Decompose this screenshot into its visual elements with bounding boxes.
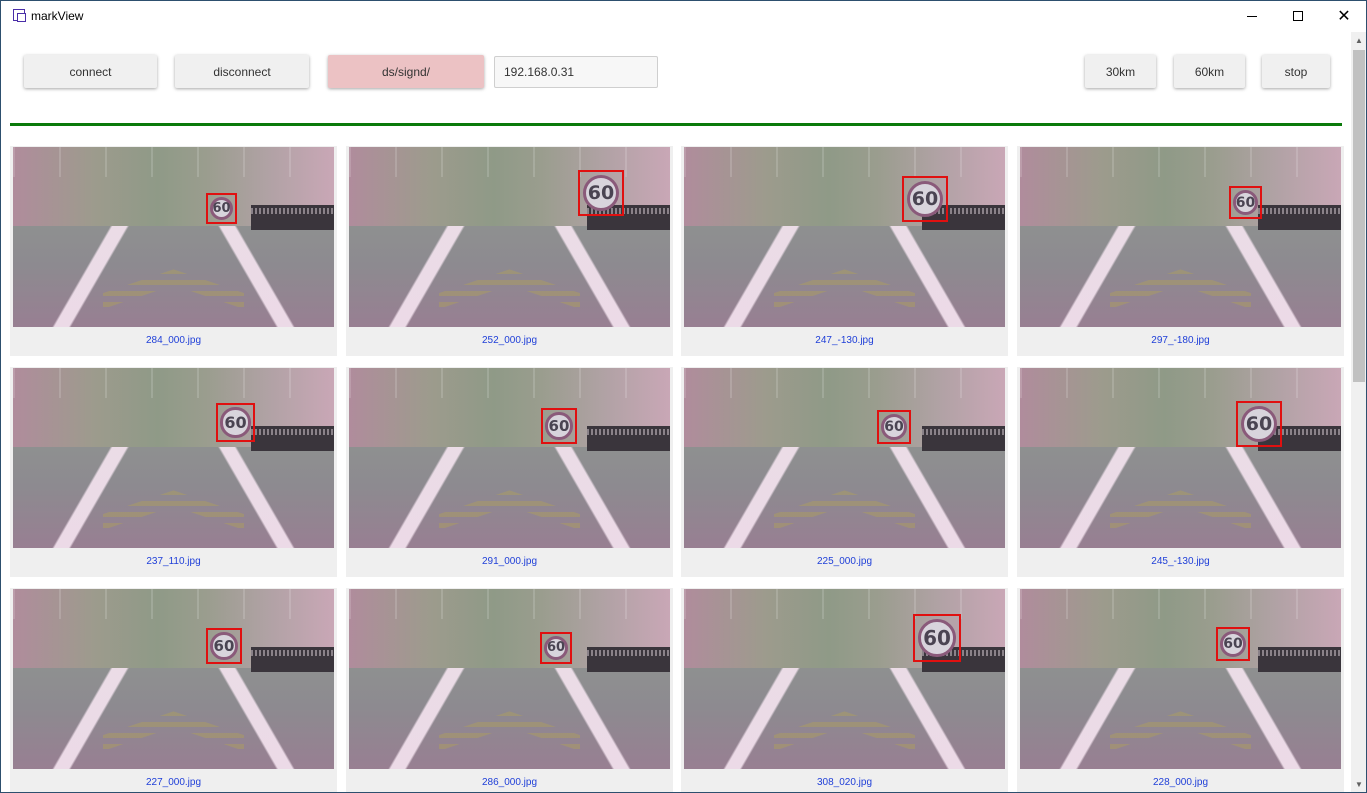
scene-shelf <box>250 425 334 451</box>
image-filename[interactable]: 228_000.jpg <box>1017 777 1344 788</box>
gallery-card[interactable]: 60 237_110.jpg <box>10 367 337 577</box>
gallery-thumbnail[interactable]: 60 <box>349 147 670 327</box>
scene-shelf <box>250 646 334 672</box>
scene-shelf <box>921 425 1005 451</box>
scene-shelf <box>1257 646 1341 672</box>
gallery-card[interactable]: 60 245_-130.jpg <box>1017 367 1344 577</box>
speed-sign: 60 <box>1220 631 1246 657</box>
speed-sign: 60 <box>918 619 956 657</box>
app-window-icon <box>13 9 26 22</box>
gallery-thumbnail[interactable]: 60 <box>684 589 1005 769</box>
gallery-card[interactable]: 60 308_020.jpg <box>681 588 1008 792</box>
speed-sign: 60 <box>545 412 573 440</box>
disconnect-button[interactable]: disconnect <box>175 55 309 88</box>
image-filename[interactable]: 247_-130.jpg <box>681 335 1008 346</box>
window-title: markView <box>31 9 84 23</box>
speed-sign: 60 <box>543 635 569 661</box>
detection-box: 60 <box>1229 186 1262 219</box>
image-filename[interactable]: 252_000.jpg <box>346 335 673 346</box>
gallery-thumbnail[interactable]: 60 <box>1020 368 1341 548</box>
connect-button[interactable]: connect <box>24 55 157 88</box>
minimize-icon <box>1247 15 1257 17</box>
detection-box: 60 <box>1236 401 1282 447</box>
gallery-thumbnail[interactable]: 60 <box>13 589 334 769</box>
gallery-thumbnail[interactable]: 60 <box>1020 147 1341 327</box>
detection-box: 60 <box>1216 627 1250 661</box>
scene-shelf <box>586 646 670 672</box>
scroll-up-arrow-icon[interactable]: ▲ <box>1351 32 1366 49</box>
gallery-thumbnail[interactable]: 60 <box>684 147 1005 327</box>
image-filename[interactable]: 297_-180.jpg <box>1017 335 1344 346</box>
speed-sign: 60 <box>881 414 907 440</box>
stop-button[interactable]: stop <box>1262 55 1330 88</box>
gallery-card[interactable]: 60 228_000.jpg <box>1017 588 1344 792</box>
image-filename[interactable]: 245_-130.jpg <box>1017 556 1344 567</box>
scrollbar-thumb[interactable] <box>1353 50 1365 382</box>
gallery-card[interactable]: 60 227_000.jpg <box>10 588 337 792</box>
speed-sign: 60 <box>582 174 620 212</box>
image-filename[interactable]: 237_110.jpg <box>10 556 337 567</box>
app-window: markView ✕ connect disconnect ds/signd/ … <box>0 0 1367 793</box>
speed-sign: 60 <box>209 196 234 221</box>
divider-line <box>10 123 1342 126</box>
scene-shelf <box>586 425 670 451</box>
detection-box: 60 <box>540 632 572 664</box>
speed-30km-button[interactable]: 30km <box>1085 55 1156 88</box>
detection-box: 60 <box>913 614 961 662</box>
gallery-card[interactable]: 60 225_000.jpg <box>681 367 1008 577</box>
gallery-thumbnail[interactable]: 60 <box>349 368 670 548</box>
detection-box: 60 <box>902 176 948 222</box>
gallery-thumbnail[interactable]: 60 <box>13 147 334 327</box>
image-filename[interactable]: 284_000.jpg <box>10 335 337 346</box>
detection-box: 60 <box>206 193 237 224</box>
minimize-button[interactable] <box>1229 1 1275 31</box>
speed-sign: 60 <box>210 632 238 660</box>
speed-sign: 60 <box>1240 405 1278 443</box>
detection-box: 60 <box>541 408 577 444</box>
image-filename[interactable]: 227_000.jpg <box>10 777 337 788</box>
detection-box: 60 <box>877 410 911 444</box>
close-icon: ✕ <box>1337 6 1351 25</box>
maximize-icon <box>1293 11 1303 21</box>
gallery-card[interactable]: 60 286_000.jpg <box>346 588 673 792</box>
gallery-card[interactable]: 60 247_-130.jpg <box>681 146 1008 356</box>
gallery-thumbnail[interactable]: 60 <box>349 589 670 769</box>
image-filename[interactable]: 225_000.jpg <box>681 556 1008 567</box>
gallery-card[interactable]: 60 284_000.jpg <box>10 146 337 356</box>
speed-sign: 60 <box>220 407 251 438</box>
gallery-card[interactable]: 60 297_-180.jpg <box>1017 146 1344 356</box>
ip-address-input[interactable] <box>494 56 658 88</box>
gallery-thumbnail[interactable]: 60 <box>684 368 1005 548</box>
detection-box: 60 <box>216 403 255 442</box>
scene-shelf <box>250 204 334 230</box>
speed-60km-button[interactable]: 60km <box>1174 55 1245 88</box>
speed-sign: 60 <box>906 180 944 218</box>
detection-box: 60 <box>206 628 242 664</box>
image-filename[interactable]: 286_000.jpg <box>346 777 673 788</box>
vertical-scrollbar[interactable]: ▲ ▼ <box>1351 32 1366 792</box>
maximize-button[interactable] <box>1275 1 1321 31</box>
gallery-thumbnail[interactable]: 60 <box>13 368 334 548</box>
close-button[interactable]: ✕ <box>1321 1 1366 31</box>
image-filename[interactable]: 308_020.jpg <box>681 777 1008 788</box>
gallery-card[interactable]: 60 291_000.jpg <box>346 367 673 577</box>
speed-sign: 60 <box>1233 190 1258 215</box>
scene-shelf <box>1257 204 1341 230</box>
gallery-card[interactable]: 60 252_000.jpg <box>346 146 673 356</box>
image-filename[interactable]: 291_000.jpg <box>346 556 673 567</box>
detection-box: 60 <box>578 170 624 216</box>
path-button[interactable]: ds/signd/ <box>328 55 484 88</box>
title-bar: markView ✕ <box>1 1 1366 31</box>
gallery-thumbnail[interactable]: 60 <box>1020 589 1341 769</box>
scroll-down-arrow-icon[interactable]: ▼ <box>1351 776 1366 792</box>
